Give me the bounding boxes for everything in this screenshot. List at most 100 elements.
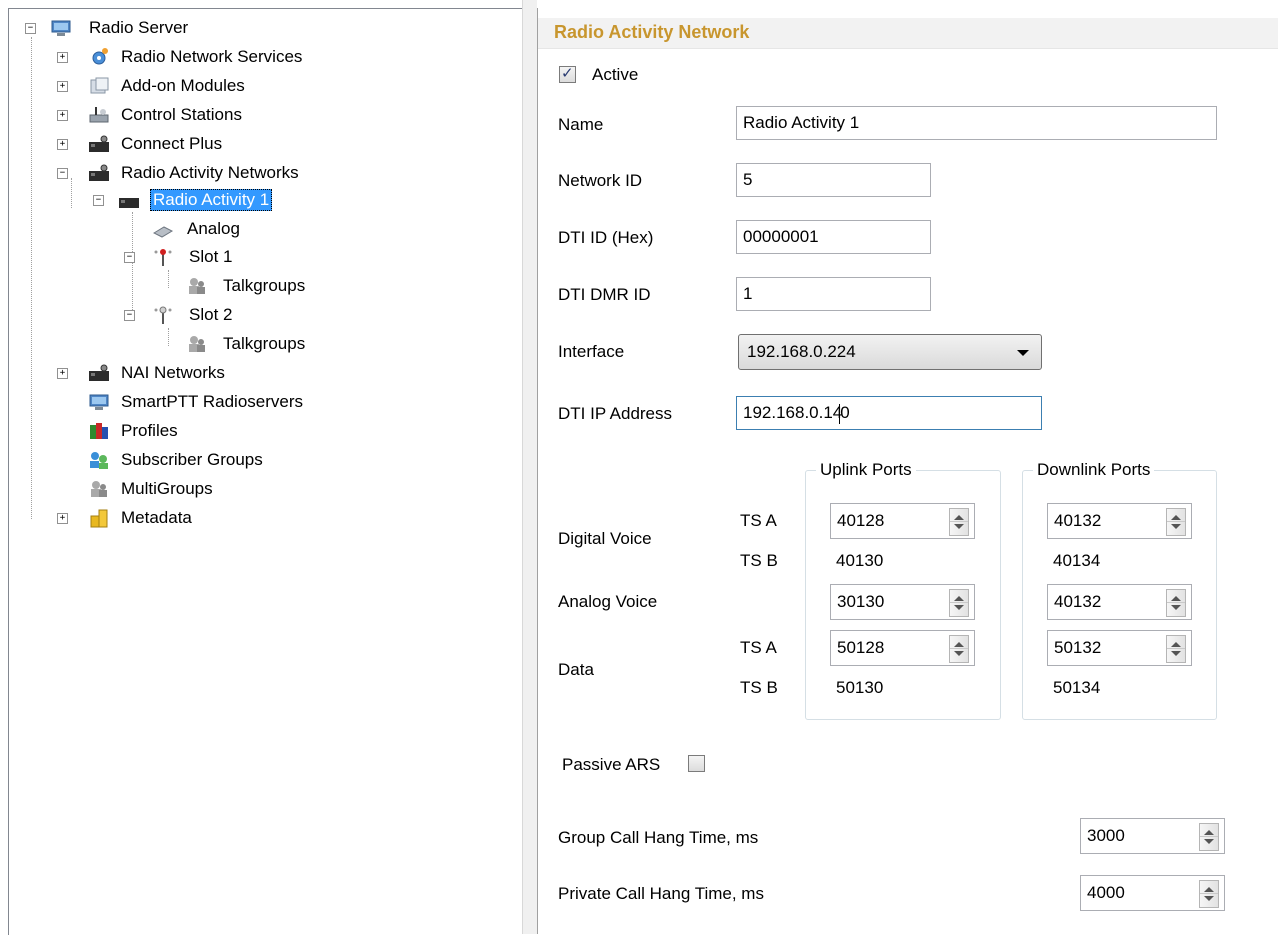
- active-checkbox[interactable]: [559, 64, 576, 83]
- arrow-up-icon[interactable]: [1171, 642, 1181, 647]
- collapse-icon[interactable]: −: [25, 23, 36, 34]
- analog-downlink-spinner[interactable]: 40132: [1047, 584, 1192, 620]
- tree-item-radio-activity-networks[interactable]: − Radio Activity Networks: [52, 162, 352, 184]
- tree-item-add-on-modules[interactable]: + Add-on Modules: [52, 75, 352, 97]
- digital-ts-a-uplink-spinner[interactable]: 40128: [830, 503, 975, 539]
- tree-item-label: Profiles: [121, 421, 178, 440]
- arrow-down-icon[interactable]: [1171, 651, 1181, 656]
- expand-icon[interactable]: +: [57, 368, 68, 379]
- subscriber-groups-icon: [90, 452, 108, 469]
- arrow-up-icon[interactable]: [1171, 515, 1181, 520]
- tree-item-slot-1[interactable]: − Slot 1: [124, 246, 324, 268]
- expand-icon[interactable]: +: [57, 110, 68, 121]
- arrow-down-icon[interactable]: [1204, 839, 1214, 844]
- expand-icon[interactable]: +: [57, 81, 68, 92]
- tree-item-radio-server[interactable]: − Radio Server: [20, 17, 220, 39]
- section-header: Radio Activity Network: [538, 18, 1278, 49]
- expand-icon[interactable]: +: [57, 513, 68, 524]
- arrow-down-icon[interactable]: [954, 524, 964, 529]
- arrow-up-icon[interactable]: [954, 642, 964, 647]
- uplink-ports-title: Uplink Ports: [816, 460, 916, 480]
- tree-item-nai-networks[interactable]: + NAI Networks: [52, 362, 352, 384]
- arrow-up-icon[interactable]: [1171, 596, 1181, 601]
- spinner-value: 40132: [1054, 511, 1102, 530]
- spinner-value: 40132: [1054, 592, 1102, 611]
- spinner-buttons[interactable]: [1166, 635, 1186, 663]
- data-ts-a-downlink-spinner[interactable]: 50132: [1047, 630, 1192, 666]
- arrow-down-icon[interactable]: [1204, 896, 1214, 901]
- spinner-buttons[interactable]: [949, 635, 969, 663]
- tree-item-radio-activity-1[interactable]: − Radio Activity 1: [88, 189, 388, 211]
- tree-item-slot-2[interactable]: − Slot 2: [124, 304, 324, 326]
- passive-ars-checkbox[interactable]: [688, 755, 705, 772]
- tree-item-slot-2-talkgroups[interactable]: Talkgroups: [168, 333, 368, 355]
- spinner-buttons[interactable]: [949, 589, 969, 617]
- tree-item-profiles[interactable]: Profiles: [52, 420, 352, 442]
- spinner-value: 3000: [1087, 826, 1125, 845]
- downlink-ports-title: Downlink Ports: [1033, 460, 1155, 480]
- tree-item-label: Control Stations: [121, 105, 242, 124]
- tree-item-metadata[interactable]: + Metadata: [52, 507, 352, 529]
- network-id-input[interactable]: 5: [736, 163, 931, 197]
- data-label: Data: [558, 660, 594, 679]
- dti-dmr-id-input[interactable]: 1: [736, 277, 931, 311]
- collapse-icon[interactable]: −: [124, 310, 135, 321]
- ts-b-label: TS B: [740, 551, 778, 570]
- dti-id-input[interactable]: 00000001: [736, 220, 931, 254]
- collapse-icon[interactable]: −: [124, 252, 135, 263]
- dti-ip-input[interactable]: 192.168.0.140: [736, 396, 1042, 430]
- tree-item-control-stations[interactable]: + Control Stations: [52, 104, 352, 126]
- name-input[interactable]: Radio Activity 1: [736, 106, 1217, 140]
- tree-item-analog[interactable]: Analog: [132, 218, 332, 240]
- expand-icon[interactable]: +: [57, 139, 68, 150]
- dti-id-label: DTI ID (Hex): [558, 228, 654, 247]
- tree-item-multigroups[interactable]: MultiGroups: [52, 478, 352, 500]
- tree-item-subscriber-groups[interactable]: Subscriber Groups: [52, 449, 352, 471]
- pane-splitter[interactable]: [522, 0, 537, 934]
- tree-item-smartptt-radioservers[interactable]: SmartPTT Radioservers: [52, 391, 352, 413]
- spinner-value: 4000: [1087, 883, 1125, 902]
- spinner-value: 50128: [837, 638, 885, 657]
- arrow-down-icon[interactable]: [1171, 524, 1181, 529]
- spinner-buttons[interactable]: [1199, 880, 1219, 908]
- arrow-up-icon[interactable]: [1204, 830, 1214, 835]
- tree-item-radio-network-services[interactable]: + Radio Network Services: [52, 46, 352, 68]
- dti-ip-label: DTI IP Address: [558, 404, 673, 423]
- tree-item-label: Talkgroups: [223, 276, 306, 295]
- ts-b-label: TS B: [740, 678, 778, 697]
- collapse-icon[interactable]: −: [93, 195, 104, 206]
- digital-ts-b-downlink-value: 40134: [1053, 551, 1101, 570]
- tree-item-label: Slot 2: [189, 305, 233, 324]
- spinner-buttons[interactable]: [949, 508, 969, 536]
- spinner-buttons[interactable]: [1199, 823, 1219, 851]
- tree-item-slot-1-talkgroups[interactable]: Talkgroups: [168, 275, 368, 297]
- analog-uplink-spinner[interactable]: 30130: [830, 584, 975, 620]
- analog-radio-icon: [152, 226, 174, 238]
- digital-ts-a-downlink-spinner[interactable]: 40132: [1047, 503, 1192, 539]
- arrow-up-icon[interactable]: [954, 596, 964, 601]
- collapse-icon[interactable]: −: [57, 168, 68, 179]
- tree-item-connect-plus[interactable]: + Connect Plus: [52, 133, 352, 155]
- spinner-buttons[interactable]: [1166, 508, 1186, 536]
- repeater-icon: [89, 364, 109, 381]
- tree-item-label: Analog: [187, 219, 240, 238]
- passive-ars-label: Passive ARS: [562, 755, 661, 774]
- arrow-down-icon[interactable]: [1171, 605, 1181, 610]
- control-station-icon: [89, 107, 109, 123]
- modules-icon: [90, 77, 109, 94]
- arrow-up-icon[interactable]: [1204, 887, 1214, 892]
- repeater-icon: [89, 135, 109, 152]
- profiles-icon: [90, 423, 108, 439]
- arrow-down-icon[interactable]: [954, 605, 964, 610]
- expand-icon[interactable]: +: [57, 52, 68, 63]
- group-call-hang-time-spinner[interactable]: 3000: [1080, 818, 1225, 854]
- private-call-hang-time-spinner[interactable]: 4000: [1080, 875, 1225, 911]
- arrow-up-icon[interactable]: [954, 515, 964, 520]
- interface-dropdown[interactable]: 192.168.0.224: [738, 334, 1042, 370]
- dti-ip-value-after-caret: 0: [840, 403, 850, 422]
- arrow-down-icon[interactable]: [954, 651, 964, 656]
- spinner-buttons[interactable]: [1166, 589, 1186, 617]
- tree-item-label: Talkgroups: [223, 334, 306, 353]
- interface-value: 192.168.0.224: [747, 342, 856, 361]
- data-ts-a-uplink-spinner[interactable]: 50128: [830, 630, 975, 666]
